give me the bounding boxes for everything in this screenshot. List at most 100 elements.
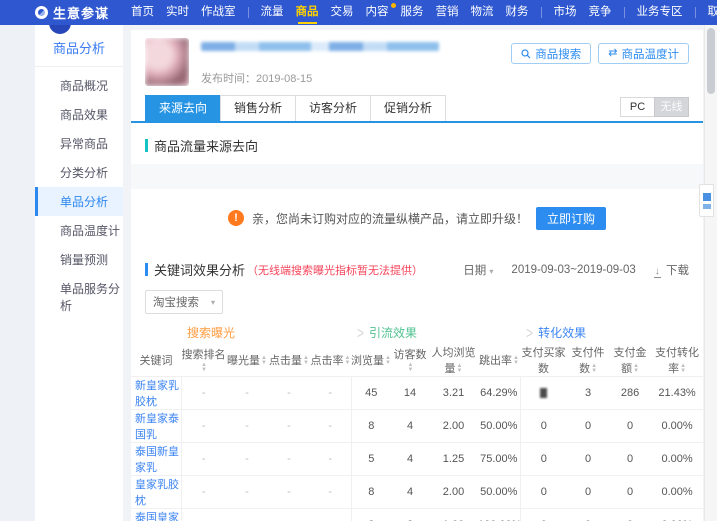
scrollbar-thumb[interactable] — [707, 28, 715, 94]
sort-icon[interactable]: ▲ ▼ — [385, 355, 391, 366]
sort-icon[interactable]: ▲ ▼ — [680, 363, 686, 374]
column-label: 支付买家数 — [521, 347, 566, 375]
sidebar-item-5[interactable]: 商品温度计 — [35, 216, 123, 245]
nav-item-1-1[interactable]: 商品 — [290, 0, 325, 25]
app-window: 生意参谋 首页实时作战室流量商品交易内容服务营销物流财务市场竞争业务专区取数学院… — [0, 0, 717, 521]
group-header-0: 搜索曝光 — [181, 320, 351, 344]
sidebar-item-4[interactable]: 单品分析 — [35, 187, 123, 216]
nav-item-1-3[interactable]: 内容 — [360, 0, 396, 25]
cell-2-4: 5 — [350, 442, 392, 476]
nav-item-0-2[interactable]: 作战室 — [195, 0, 242, 25]
sort-icon[interactable]: ▲ ▼ — [408, 362, 414, 373]
nav-item-2-1[interactable]: 竞争 — [583, 0, 618, 25]
keyword-link[interactable]: 新皇家泰国乳 — [131, 409, 181, 443]
table-column-header: 关键词 搜索排名 ▲ ▼ 曝光量 ▲ ▼ 点击量 ▲ ▼ 点击率 ▲ ▼ 浏览量 ▲ ▼ 访客数 ▲ ▼ 人均浏览量 ▲… — [131, 344, 703, 377]
nav-item-1-2[interactable]: 交易 — [325, 0, 360, 25]
tab-2[interactable]: 访客分析 — [295, 95, 372, 121]
nav-separator — [623, 7, 625, 18]
nav-item-3-0[interactable]: 业务专区 — [631, 0, 689, 25]
cell-1-7: 50.00% — [478, 409, 521, 443]
nav-item-1-0[interactable]: 流量 — [255, 0, 290, 25]
table-row-4: 泰国皇家乳胶----221.00100.00%0000.00% — [131, 508, 703, 521]
cell-4-8: 0 — [519, 508, 568, 521]
column-label: 支付转化率 — [655, 347, 700, 375]
sort-icon[interactable]: ▲ ▼ — [591, 363, 597, 374]
cell-4-4: 2 — [350, 508, 392, 521]
date-dropdown[interactable]: 日期 ▾ — [463, 262, 493, 278]
product-thermometer-button[interactable]: ⇄ 商品温度计 — [598, 43, 689, 64]
column-label: 访客数 — [393, 349, 427, 361]
sidebar-item-0[interactable]: 商品概况 — [35, 71, 123, 100]
nav-item-1-4[interactable]: 服务 — [395, 0, 430, 25]
cell-3-7: 50.00% — [478, 475, 521, 509]
keyword-link[interactable]: 新皇家乳胶枕 — [131, 376, 181, 410]
column-header-3[interactable]: 点击率 ▲ ▼ — [310, 344, 351, 377]
brand[interactable]: 生意参谋 — [35, 3, 109, 22]
nav-item-0-1[interactable]: 实时 — [160, 0, 195, 25]
nav-item-1-6[interactable]: 物流 — [465, 0, 500, 25]
vertical-scrollbar[interactable] — [704, 25, 717, 521]
cell-2-7: 75.00% — [478, 442, 521, 476]
keyword-link[interactable]: 皇家乳胶枕 — [131, 475, 181, 509]
source-select[interactable]: 淘宝搜索 ▾ — [145, 290, 223, 314]
sort-icon[interactable]: ▲ ▼ — [457, 363, 463, 374]
column-header-4[interactable]: 浏览量 ▲ ▼ — [351, 344, 391, 377]
column-header-11[interactable]: 支付转化率 ▲ ▼ — [651, 344, 703, 377]
device-segment-1[interactable]: 无线 — [654, 97, 689, 117]
sidebar: 商品分析 商品概况 商品效果 异常商品 分类分析 单品分析 商品温度计 销量预测 单品服务分析 — [35, 12, 123, 521]
column-header-7[interactable]: 跳出率 ▲ ▼ — [478, 344, 520, 377]
content-card: 发布时间：2019-08-15 商品搜索 ⇄ 商品温度计 来源去向 销售分析 访客分… — [131, 30, 703, 521]
table-row-2: 泰国新皇家乳 - - - -5 4 1.25 75.00% 0 0 0 0.00% — [131, 442, 703, 476]
keyword-link[interactable]: 泰国新皇家乳 — [131, 442, 181, 476]
floating-tool-widget[interactable] — [699, 184, 714, 217]
cell-2-10: 0 — [609, 442, 652, 476]
nav-item-4-0[interactable]: 取数 — [702, 0, 717, 25]
tab-3[interactable]: 促销分析 — [370, 95, 447, 121]
keyword-link[interactable]: 泰国皇家乳胶 — [131, 508, 181, 521]
cell-4-9: 0 — [567, 508, 610, 521]
download-link[interactable]: ↓ 下载 — [653, 262, 689, 278]
sort-icon[interactable]: ▲ ▼ — [261, 355, 267, 366]
cell-0-4: 45 — [350, 376, 392, 410]
section-accent-bar — [145, 263, 148, 276]
sidebar-item-2[interactable]: 异常商品 — [35, 129, 123, 158]
sort-icon[interactable]: ▲ ▼ — [201, 362, 207, 373]
nav-item-0-0[interactable]: 首页 — [125, 0, 160, 25]
tab-0[interactable]: 来源去向 — [145, 95, 222, 121]
group-header-spacer — [131, 320, 181, 344]
tabs-container: 来源去向 销售分析 访客分析 促销分析 — [145, 95, 447, 121]
sort-icon[interactable]: ▲ ▼ — [345, 355, 351, 366]
column-header-2[interactable]: 点击量 ▲ ▼ — [268, 344, 310, 377]
sidebar-item-7[interactable]: 单品服务分析 — [35, 274, 123, 320]
tab-1[interactable]: 销售分析 — [220, 95, 297, 121]
chevron-down-icon: ▾ — [489, 266, 494, 276]
column-header-9[interactable]: 支付件数 ▲ ▼ — [567, 344, 609, 377]
order-now-button[interactable]: 立即订购 — [536, 206, 607, 230]
sidebar-title: 商品分析 — [35, 25, 123, 67]
keyword-section-note: （无线端搜索曝光指标暂无法提供） — [247, 264, 424, 277]
header-buttons: 商品搜索 ⇄ 商品温度计 — [511, 43, 689, 64]
column-header-6[interactable]: 人均浏览量 ▲ ▼ — [429, 344, 478, 377]
sidebar-item-6[interactable]: 销量预测 — [35, 245, 123, 274]
cell-4-3: - — [310, 508, 352, 521]
cell-0-6: 3.21 — [429, 376, 479, 410]
sidebar-item-3[interactable]: 分类分析 — [35, 158, 123, 187]
nav-item-2-0[interactable]: 市场 — [548, 0, 583, 25]
column-header-1[interactable]: 曝光量 ▲ ▼ — [226, 344, 268, 377]
column-header-5[interactable]: 访客数 ▲ ▼ — [391, 344, 429, 377]
column-header-10[interactable]: 支付金额 ▲ ▼ — [609, 344, 651, 377]
sort-icon[interactable]: ▲ ▼ — [513, 355, 519, 366]
column-label: 跳出率 — [479, 355, 513, 367]
product-search-button[interactable]: 商品搜索 — [511, 43, 592, 64]
sort-icon[interactable]: ▲ ▼ — [303, 355, 309, 366]
sidebar-item-1[interactable]: 商品效果 — [35, 100, 123, 129]
device-segment-0[interactable]: PC — [620, 97, 655, 117]
chevron-right-icon: > — [357, 322, 365, 343]
nav-item-1-7[interactable]: 财务 — [500, 0, 535, 25]
column-header-0[interactable]: 搜索排名 ▲ ▼ — [181, 344, 226, 377]
nav-items: 首页实时作战室流量商品交易内容服务营销物流财务市场竞争业务专区取数学院 — [125, 0, 717, 25]
sort-icon[interactable]: ▲ ▼ — [633, 363, 639, 374]
nav-item-1-5[interactable]: 营销 — [430, 0, 465, 25]
cell-4-11: 0.00% — [651, 508, 703, 521]
cell-1-0: - — [180, 409, 226, 443]
